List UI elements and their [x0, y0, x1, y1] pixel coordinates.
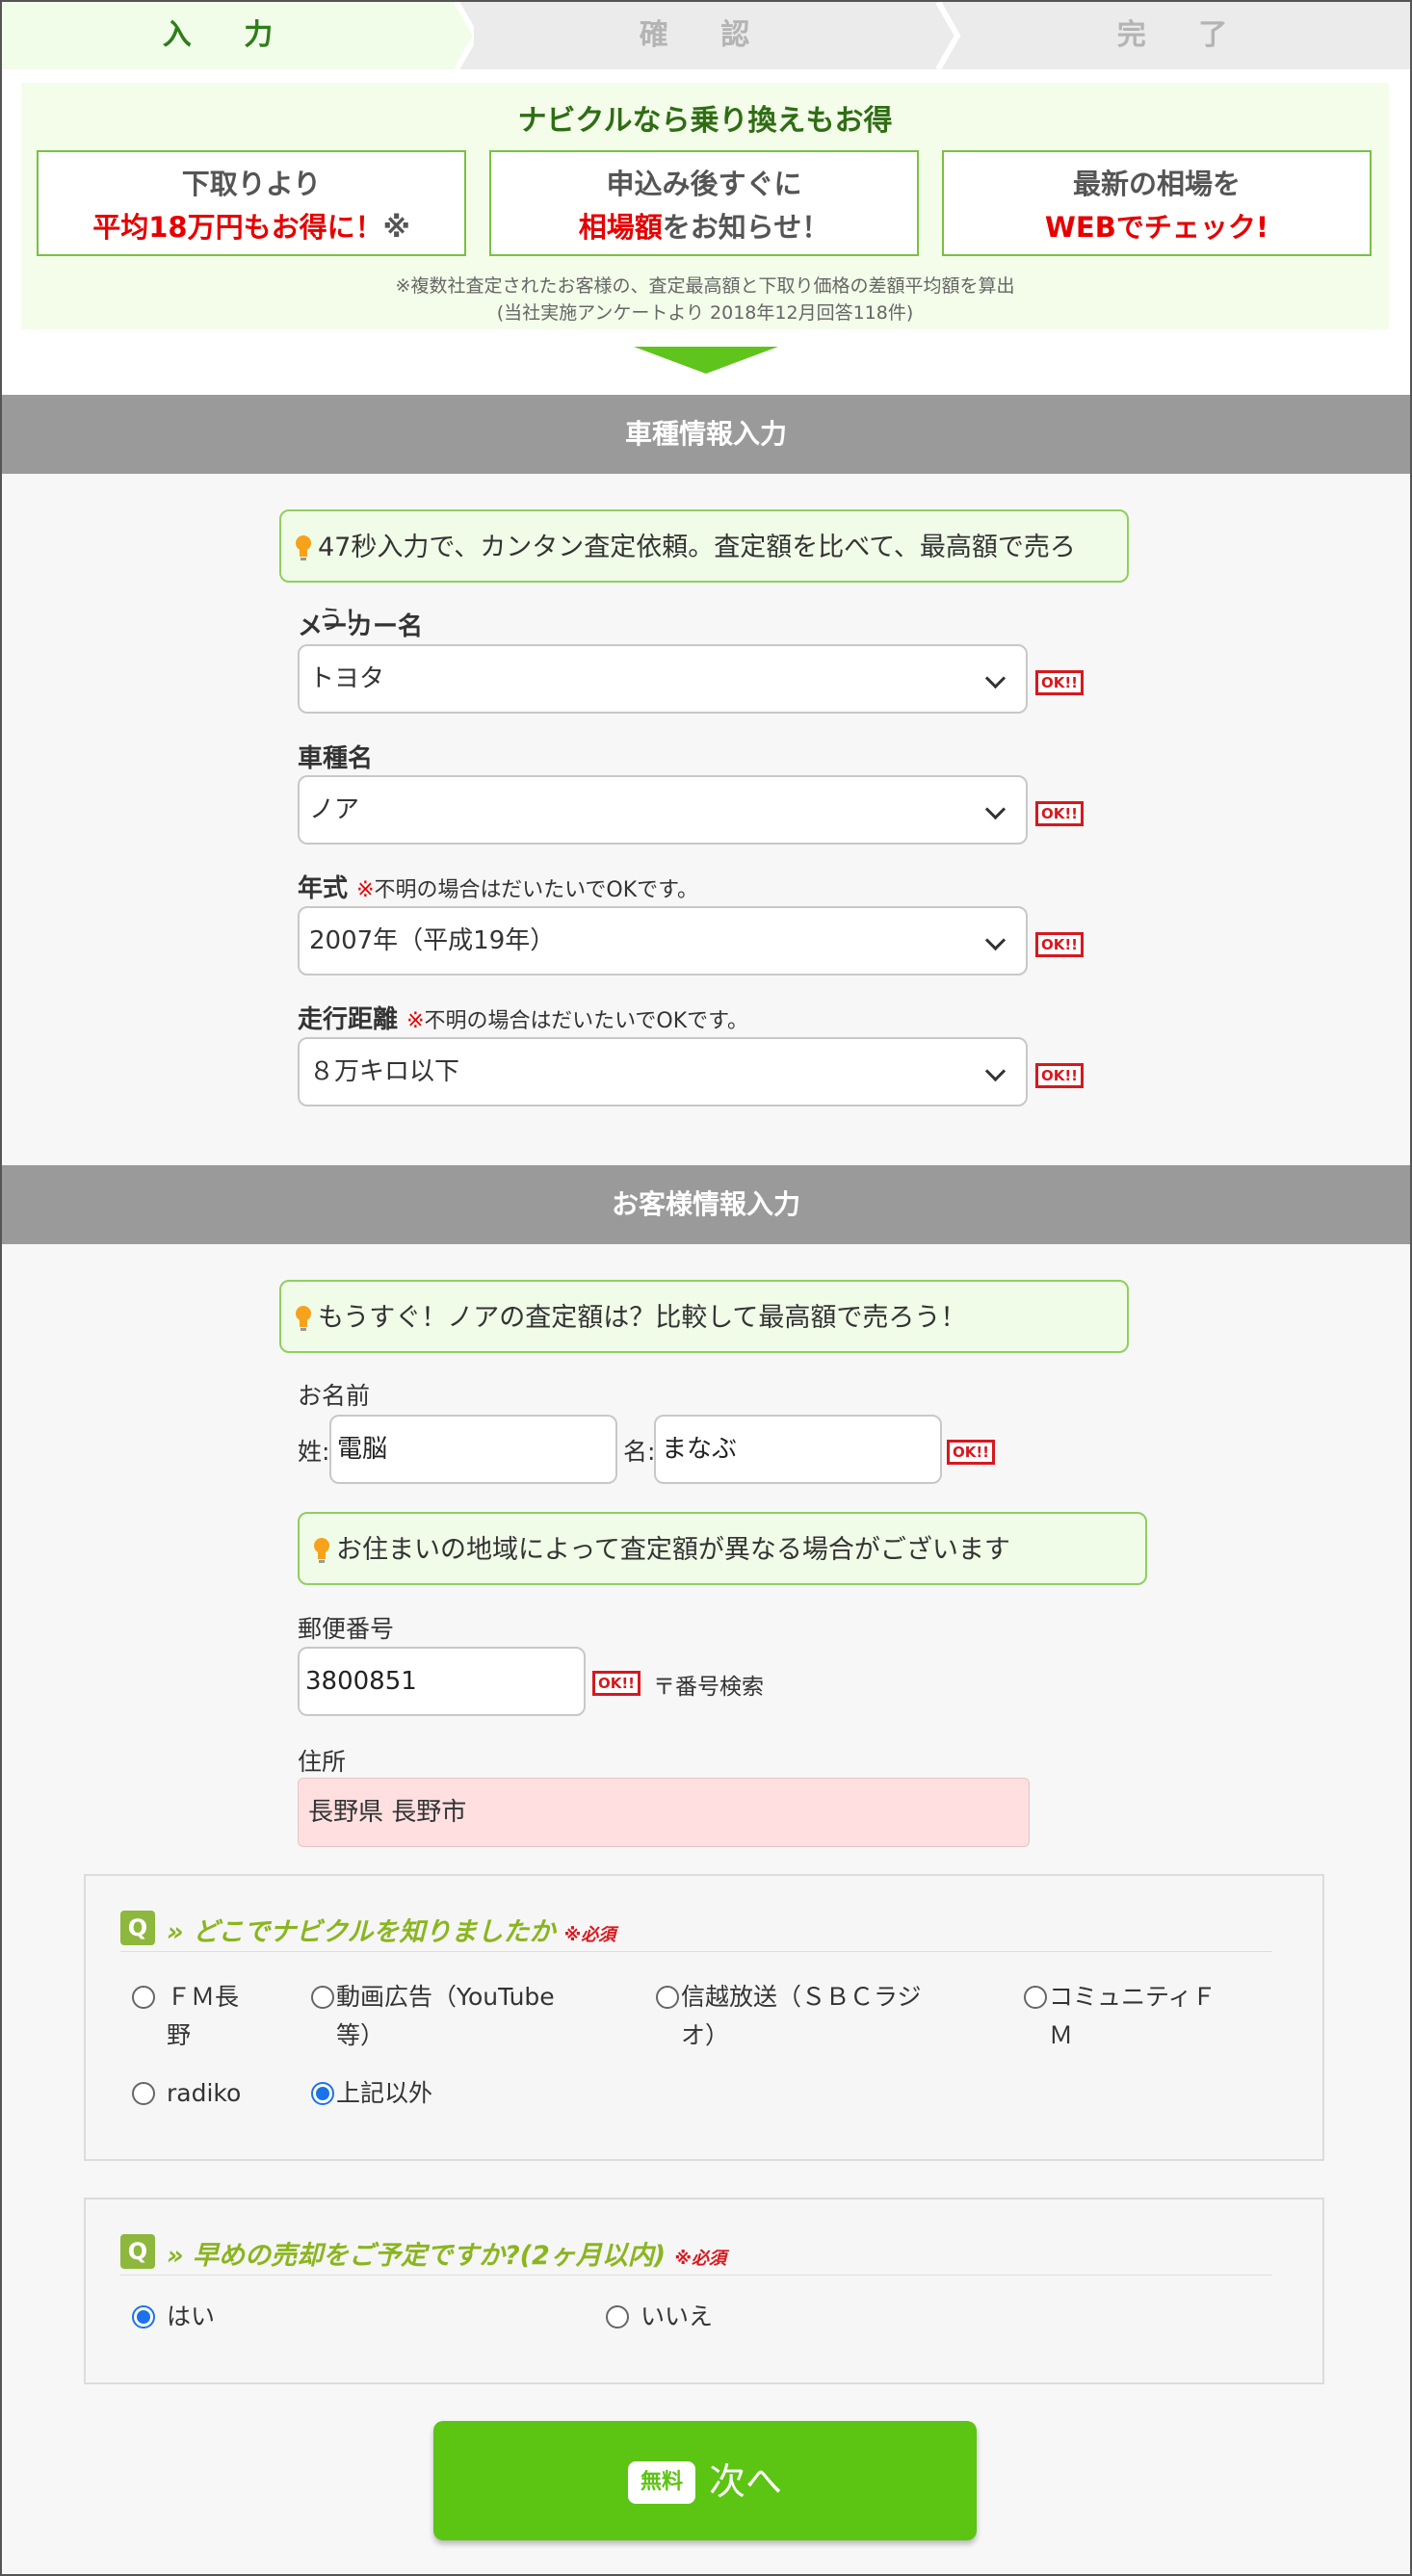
year-select[interactable]: 2007年（平成19年）: [298, 906, 1028, 976]
ok-badge: OK!!: [947, 1440, 995, 1465]
chevron-down-icon: [984, 798, 1007, 820]
radio-button[interactable]: [132, 1986, 155, 2009]
zip-search-link[interactable]: 〒番号検索: [653, 1668, 764, 1701]
arrow-down-icon: [634, 347, 778, 374]
step-confirm: 確 認: [639, 18, 771, 52]
question-icon: Q: [120, 1911, 155, 1945]
first-name-input[interactable]: まなぶ: [654, 1415, 942, 1484]
tip-box-region: お住まいの地域によって査定額が異なる場合がございます: [298, 1512, 1147, 1585]
zip-label: 郵便番号: [298, 1615, 395, 1643]
step-input: 入 力: [2, 2, 455, 69]
last-name-label: 姓:: [298, 1438, 330, 1466]
chevron-down-icon: [984, 1060, 1007, 1082]
radio-button[interactable]: [606, 2305, 629, 2329]
last-name-input[interactable]: 電脳: [329, 1415, 617, 1484]
radio-button[interactable]: [132, 2082, 155, 2105]
promo-panel: ナビクルなら乗り換えもお得 下取りより 平均18万円もお得に！※ 申込み後すぐに…: [21, 83, 1389, 329]
next-button[interactable]: 無料 次へ: [433, 2421, 977, 2540]
address-field[interactable]: 長野県 長野市: [298, 1778, 1030, 1847]
maker-select[interactable]: トヨタ: [298, 644, 1028, 714]
name-label: お名前: [298, 1382, 371, 1410]
form-page: 入 力 確 認 完 了 ナビクルなら乗り換えもお得 下取りより 平均18万円もお…: [0, 0, 1412, 2576]
survey-early-sale: Q » 早めの売却をご予定ですか?(2ヶ月以内) ※必須 はい いいえ: [84, 2198, 1324, 2384]
promo-footnote: ※複数社査定されたお客様の、査定最高額と下取り価格の差額平均額を算出: [395, 275, 1015, 297]
tip-box-vehicle: 47秒入力で、カンタン査定依頼。査定額を比べて、最高額で売ろう！: [279, 509, 1129, 636]
question-icon: Q: [120, 2234, 155, 2269]
radio-button-selected[interactable]: [311, 2082, 334, 2105]
lightbulb-icon: [314, 1538, 329, 1563]
promo-footnote-source: (当社実施アンケートより 2018年12月回答118件): [496, 302, 914, 324]
lightbulb-icon: [296, 1306, 311, 1331]
radio-button-selected[interactable]: [132, 2305, 155, 2329]
survey-how-found: Q » どこでナビクルを知りましたか ※必須 ＦＭ長野 動画広告（YouTube…: [84, 1874, 1324, 2161]
model-label: 車種名: [298, 744, 374, 773]
step-complete: 完 了: [1116, 18, 1249, 52]
chevron-down-icon: [984, 667, 1007, 690]
ok-badge: OK!!: [1035, 1063, 1084, 1088]
tip-box-customer: もうすぐ！ノアの査定額は？比較して最高額で売ろう！: [279, 1280, 1129, 1353]
maker-label: メーカー名: [298, 612, 424, 641]
promo-section: ナビクルなら乗り換えもお得 下取りより 平均18万円もお得に！※ 申込み後すぐに…: [2, 69, 1410, 395]
mileage-select[interactable]: ８万キロ以下: [298, 1037, 1028, 1106]
promo-title: ナビクルなら乗り換えもお得: [517, 104, 893, 138]
chevron-down-icon: [984, 929, 1007, 951]
radio-button[interactable]: [1024, 1986, 1047, 2009]
ok-badge: OK!!: [592, 1671, 641, 1696]
survey-title: » どこでナビクルを知りましたか ※必須: [167, 1917, 616, 1947]
survey-title: » 早めの売却をご予定ですか?(2ヶ月以内) ※必須: [167, 2241, 726, 2271]
section-header-customer: お客様情報入力: [2, 1165, 1410, 1244]
radio-button[interactable]: [656, 1986, 679, 2009]
section-header-vehicle: 車種情報入力: [2, 395, 1410, 474]
survey-header: Q » どこでナビクルを知りましたか ※必須: [120, 1911, 1272, 1952]
year-label: 年式 ※不明の場合はだいたいでOKです。: [298, 874, 698, 903]
promo-box-web-check: 最新の相場を WEBでチェック!: [942, 150, 1372, 256]
zip-input[interactable]: 3800851: [298, 1647, 586, 1716]
promo-box-price-notice: 申込み後すぐに 相場額をお知らせ！: [489, 150, 919, 256]
lightbulb-icon: [296, 535, 311, 560]
survey-header: Q » 早めの売却をご予定ですか?(2ヶ月以内) ※必須: [120, 2234, 1272, 2276]
ok-badge: OK!!: [1035, 670, 1084, 695]
mileage-label: 走行距離 ※不明の場合はだいたいでOKです。: [298, 1005, 748, 1034]
model-select[interactable]: ノア: [298, 775, 1028, 845]
next-button-label: 次へ: [709, 2460, 783, 2503]
radio-button[interactable]: [311, 1986, 334, 2009]
first-name-label: 名:: [623, 1438, 656, 1466]
free-badge: 無料: [628, 2461, 695, 2504]
step-progress-bar: 入 力 確 認 完 了: [2, 2, 1410, 69]
address-label: 住所: [298, 1748, 347, 1776]
promo-box-trade-in: 下取りより 平均18万円もお得に！※: [37, 150, 466, 256]
ok-badge: OK!!: [1035, 801, 1084, 826]
ok-badge: OK!!: [1035, 932, 1084, 957]
